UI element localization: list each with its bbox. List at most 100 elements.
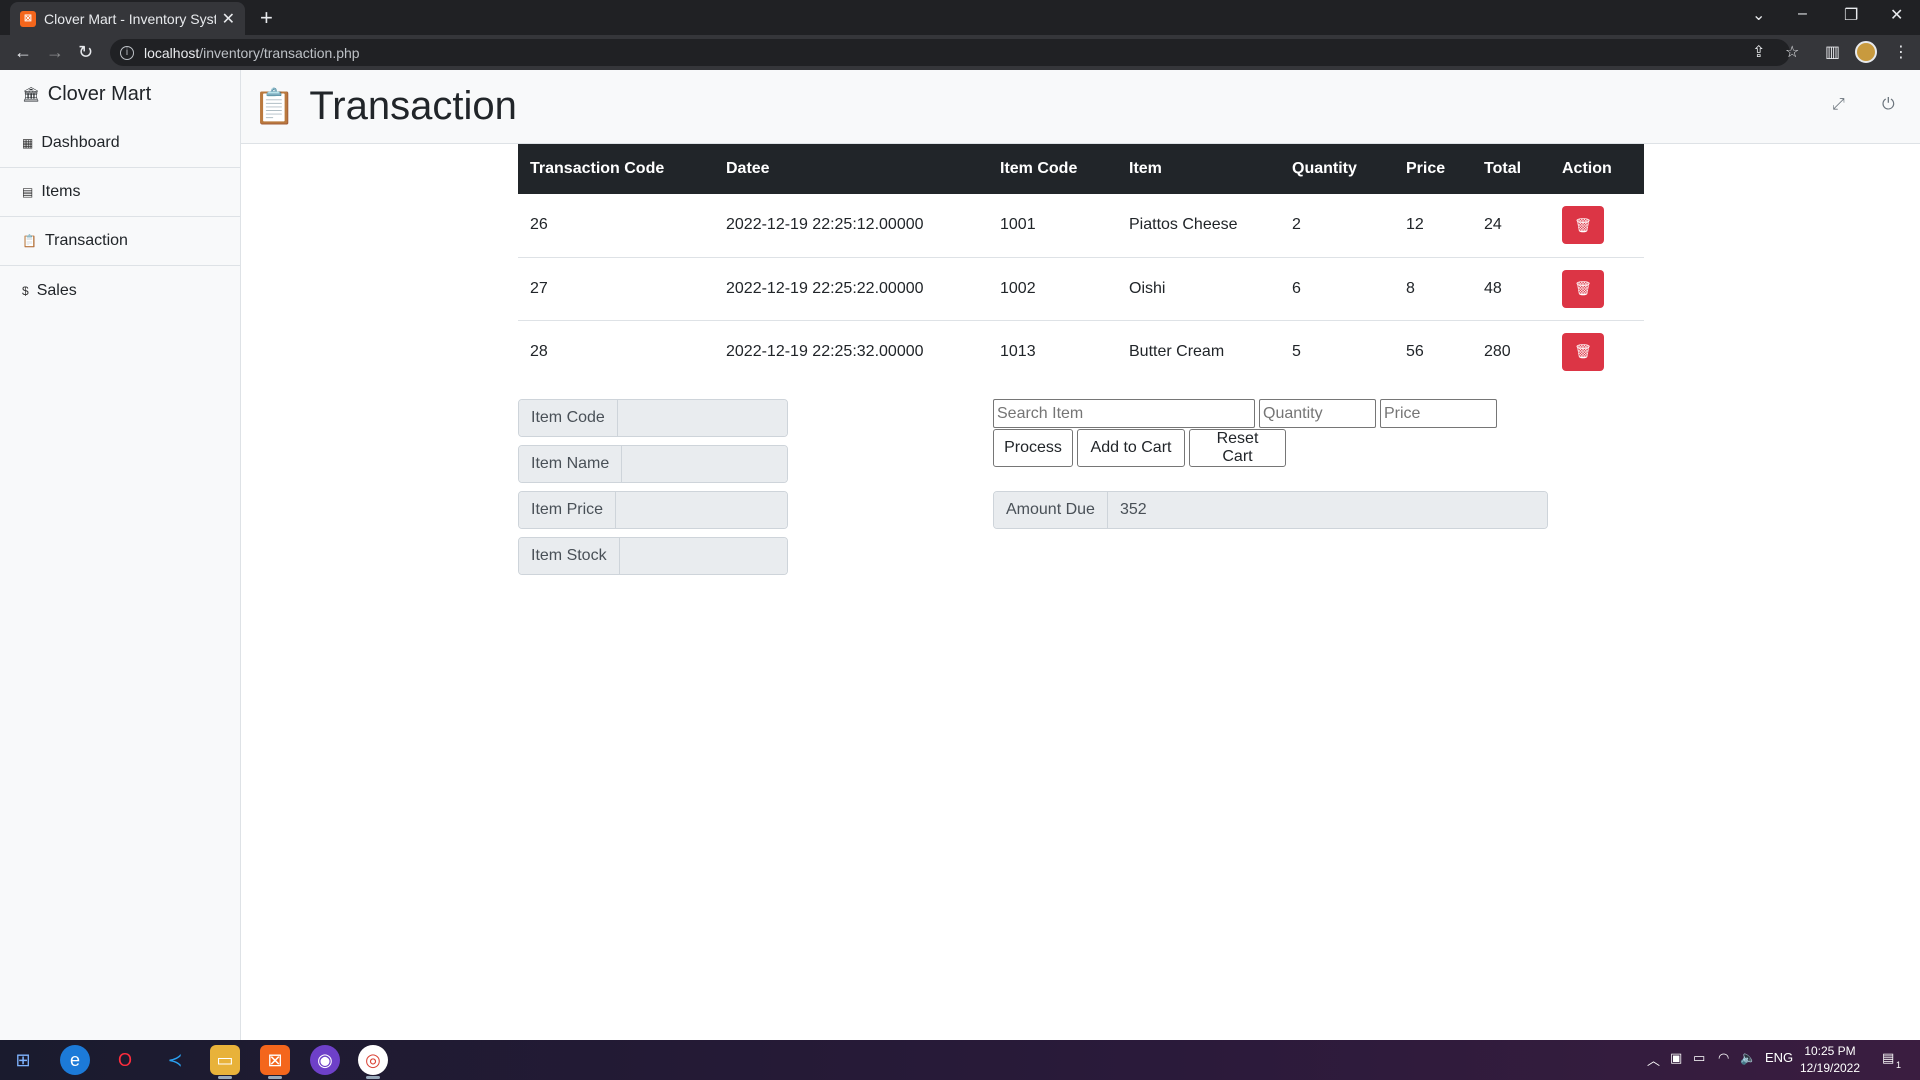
menu-dots-icon[interactable]: ⋮ — [1893, 42, 1909, 62]
minimize-icon[interactable]: – — [1798, 5, 1807, 23]
star-icon[interactable]: ☆ — [1785, 42, 1799, 62]
url-path: /inventory/transaction.php — [199, 44, 360, 61]
table-row: 27 2022-12-19 22:25:22.00000 1002 Oishi … — [518, 257, 1644, 321]
cell-date: 2022-12-19 22:25:12.00000 — [714, 194, 988, 258]
github-desktop-icon[interactable]: ◉ — [310, 1045, 340, 1075]
battery-icon[interactable]: ▭ — [1693, 1050, 1705, 1066]
tray-chevron-icon[interactable]: ︿ — [1647, 1050, 1660, 1069]
cell-item-code: 1013 — [1000, 342, 1036, 360]
sidebar-item-items[interactable]: ▤ Items — [0, 168, 240, 217]
trash-icon: 🗑 — [1574, 280, 1592, 296]
notification-icon[interactable]: ▤ — [1882, 1050, 1894, 1066]
item-price-field[interactable] — [616, 492, 787, 528]
column-header: Total — [1472, 144, 1550, 194]
column-header: Item Code — [988, 144, 1117, 194]
sidebar-item-sales[interactable]: $ Sales — [0, 266, 240, 315]
cell-total: 280 — [1484, 342, 1511, 360]
table-row: 28 2022-12-19 22:25:32.00000 1013 Butter… — [518, 320, 1644, 383]
tab-title: Clover Mart - Inventory System — [44, 10, 216, 27]
table-header-row: Transaction Code Datee Item Code Item Qu… — [518, 144, 1644, 194]
column-header: Datee — [714, 144, 988, 194]
windows-start-icon[interactable]: ⊞ — [8, 1045, 38, 1075]
file-explorer-icon[interactable]: ▭ — [210, 1045, 240, 1079]
tray-device-icon[interactable]: ▣ — [1670, 1050, 1682, 1066]
url-host: localhost — [144, 44, 200, 61]
profile-avatar[interactable] — [1855, 41, 1877, 63]
reload-icon[interactable]: ↻ — [78, 42, 93, 63]
new-tab-icon[interactable]: + — [260, 5, 273, 31]
side-panel-icon[interactable]: ▥ — [1825, 42, 1840, 62]
main-content: 📋 Transaction ⤢ ⏻ Transaction Code Datee… — [241, 70, 1920, 1040]
site-info-icon[interactable]: i — [120, 45, 134, 60]
edge-icon[interactable]: e — [60, 1045, 90, 1075]
cell-date: 2022-12-19 22:25:22.00000 — [714, 257, 988, 321]
cell-item-code: 1001 — [988, 194, 1117, 258]
address-bar[interactable]: i localhost/inventory/transaction.php — [110, 39, 1790, 66]
cell-action: 🗑 — [1550, 257, 1644, 321]
cell-total: 48 — [1472, 257, 1550, 321]
item-code-group: Item Code — [518, 399, 788, 437]
cell-price: 56 — [1406, 342, 1424, 360]
cell-transaction-code: 28 — [530, 342, 548, 360]
power-icon[interactable]: ⏻ — [1882, 96, 1895, 114]
brand[interactable]: 🏛 Clover Mart — [0, 70, 240, 119]
volume-icon[interactable]: 🔈 — [1740, 1050, 1756, 1066]
table-row: 26 2022-12-19 22:25:12.00000 1001 Piatto… — [518, 194, 1644, 258]
browser-toolbar: ← → ↻ i localhost/inventory/transaction.… — [0, 35, 1920, 70]
cell-item: Oishi — [1117, 257, 1280, 321]
taskbar-clock[interactable]: 10:25 PM 12/19/2022 — [1790, 1043, 1870, 1077]
cell-item: Piattos Cheese — [1117, 194, 1280, 258]
column-header: Item — [1117, 144, 1280, 194]
item-stock-group: Item Stock — [518, 537, 788, 575]
column-header: Transaction Code — [518, 144, 714, 194]
restore-icon[interactable]: ❐ — [1844, 5, 1858, 25]
tab-search-icon[interactable]: ⌄ — [1752, 5, 1765, 25]
item-code-field[interactable] — [617, 400, 787, 436]
xampp-icon[interactable]: ⊠ — [260, 1045, 290, 1079]
cell-item-code: 1002 — [988, 257, 1117, 321]
quantity-input[interactable]: Quantity — [1259, 399, 1376, 428]
share-icon[interactable]: ⇪ — [1752, 42, 1765, 62]
reset-cart-button[interactable]: Reset Cart — [1189, 429, 1286, 467]
close-icon[interactable]: ✕ — [222, 9, 235, 29]
chrome-icon[interactable]: ◎ — [358, 1045, 388, 1079]
trash-icon: 🗑 — [1574, 216, 1592, 233]
bank-icon: 🏛 — [22, 86, 40, 102]
sidebar-item-label: Sales — [36, 281, 77, 299]
column-header: Action — [1550, 144, 1644, 194]
vscode-icon[interactable]: ≺ — [160, 1045, 190, 1075]
taskbar: ⊞ e O ≺ ▭ ⊠ ◉ ◎ ︿ ▣ ▭ ◠ 🔈 ENG 10:25 PM 1… — [0, 1040, 1920, 1080]
column-header: Price — [1394, 144, 1472, 194]
sidebar-item-dashboard[interactable]: ▦ Dashboard — [0, 119, 240, 168]
back-icon[interactable]: ← — [14, 42, 32, 63]
sidebar-item-transaction[interactable]: 📋 Transaction — [0, 217, 240, 266]
calculator-icon: ▤ — [22, 185, 34, 199]
column-header: Quantity — [1280, 144, 1394, 194]
item-name-field[interactable] — [622, 446, 787, 482]
amount-due-field[interactable]: 352 — [1107, 492, 1547, 528]
sidebar: 🏛 Clover Mart ▦ Dashboard ▤ Items 📋 Tran… — [0, 70, 241, 1040]
opera-icon[interactable]: O — [110, 1045, 140, 1075]
delete-button[interactable]: 🗑 — [1562, 332, 1604, 371]
delete-button[interactable]: 🗑 — [1562, 206, 1604, 245]
page-header: 📋 Transaction ⤢ ⏻ — [241, 70, 1920, 144]
fullscreen-icon[interactable]: ⤢ — [1832, 96, 1845, 114]
forward-icon[interactable]: → — [46, 42, 64, 63]
cell-price: 8 — [1394, 257, 1472, 321]
cell-quantity: 6 — [1280, 257, 1394, 321]
item-stock-field[interactable] — [619, 538, 787, 574]
sidebar-item-label: Dashboard — [41, 134, 120, 151]
delete-button[interactable]: 🗑 — [1562, 269, 1604, 308]
clipboard-icon: 📋 — [253, 87, 296, 126]
cell-date: 2022-12-19 22:25:32.00000 — [726, 342, 924, 360]
add-to-cart-button[interactable]: Add to Cart — [1077, 429, 1185, 467]
language-indicator[interactable]: ENG — [1765, 1050, 1793, 1065]
window-close-icon[interactable]: ✕ — [1890, 5, 1903, 25]
amount-due-group: Amount Due 352 — [993, 491, 1548, 529]
browser-tab[interactable]: ⊠ Clover Mart - Inventory System ✕ — [10, 2, 245, 35]
search-item-input[interactable]: Search Item — [993, 399, 1255, 428]
item-price-label: Item Price — [519, 492, 617, 528]
wifi-icon[interactable]: ◠ — [1718, 1050, 1729, 1066]
price-input[interactable]: Price — [1380, 399, 1497, 428]
process-button[interactable]: Process — [993, 429, 1073, 467]
